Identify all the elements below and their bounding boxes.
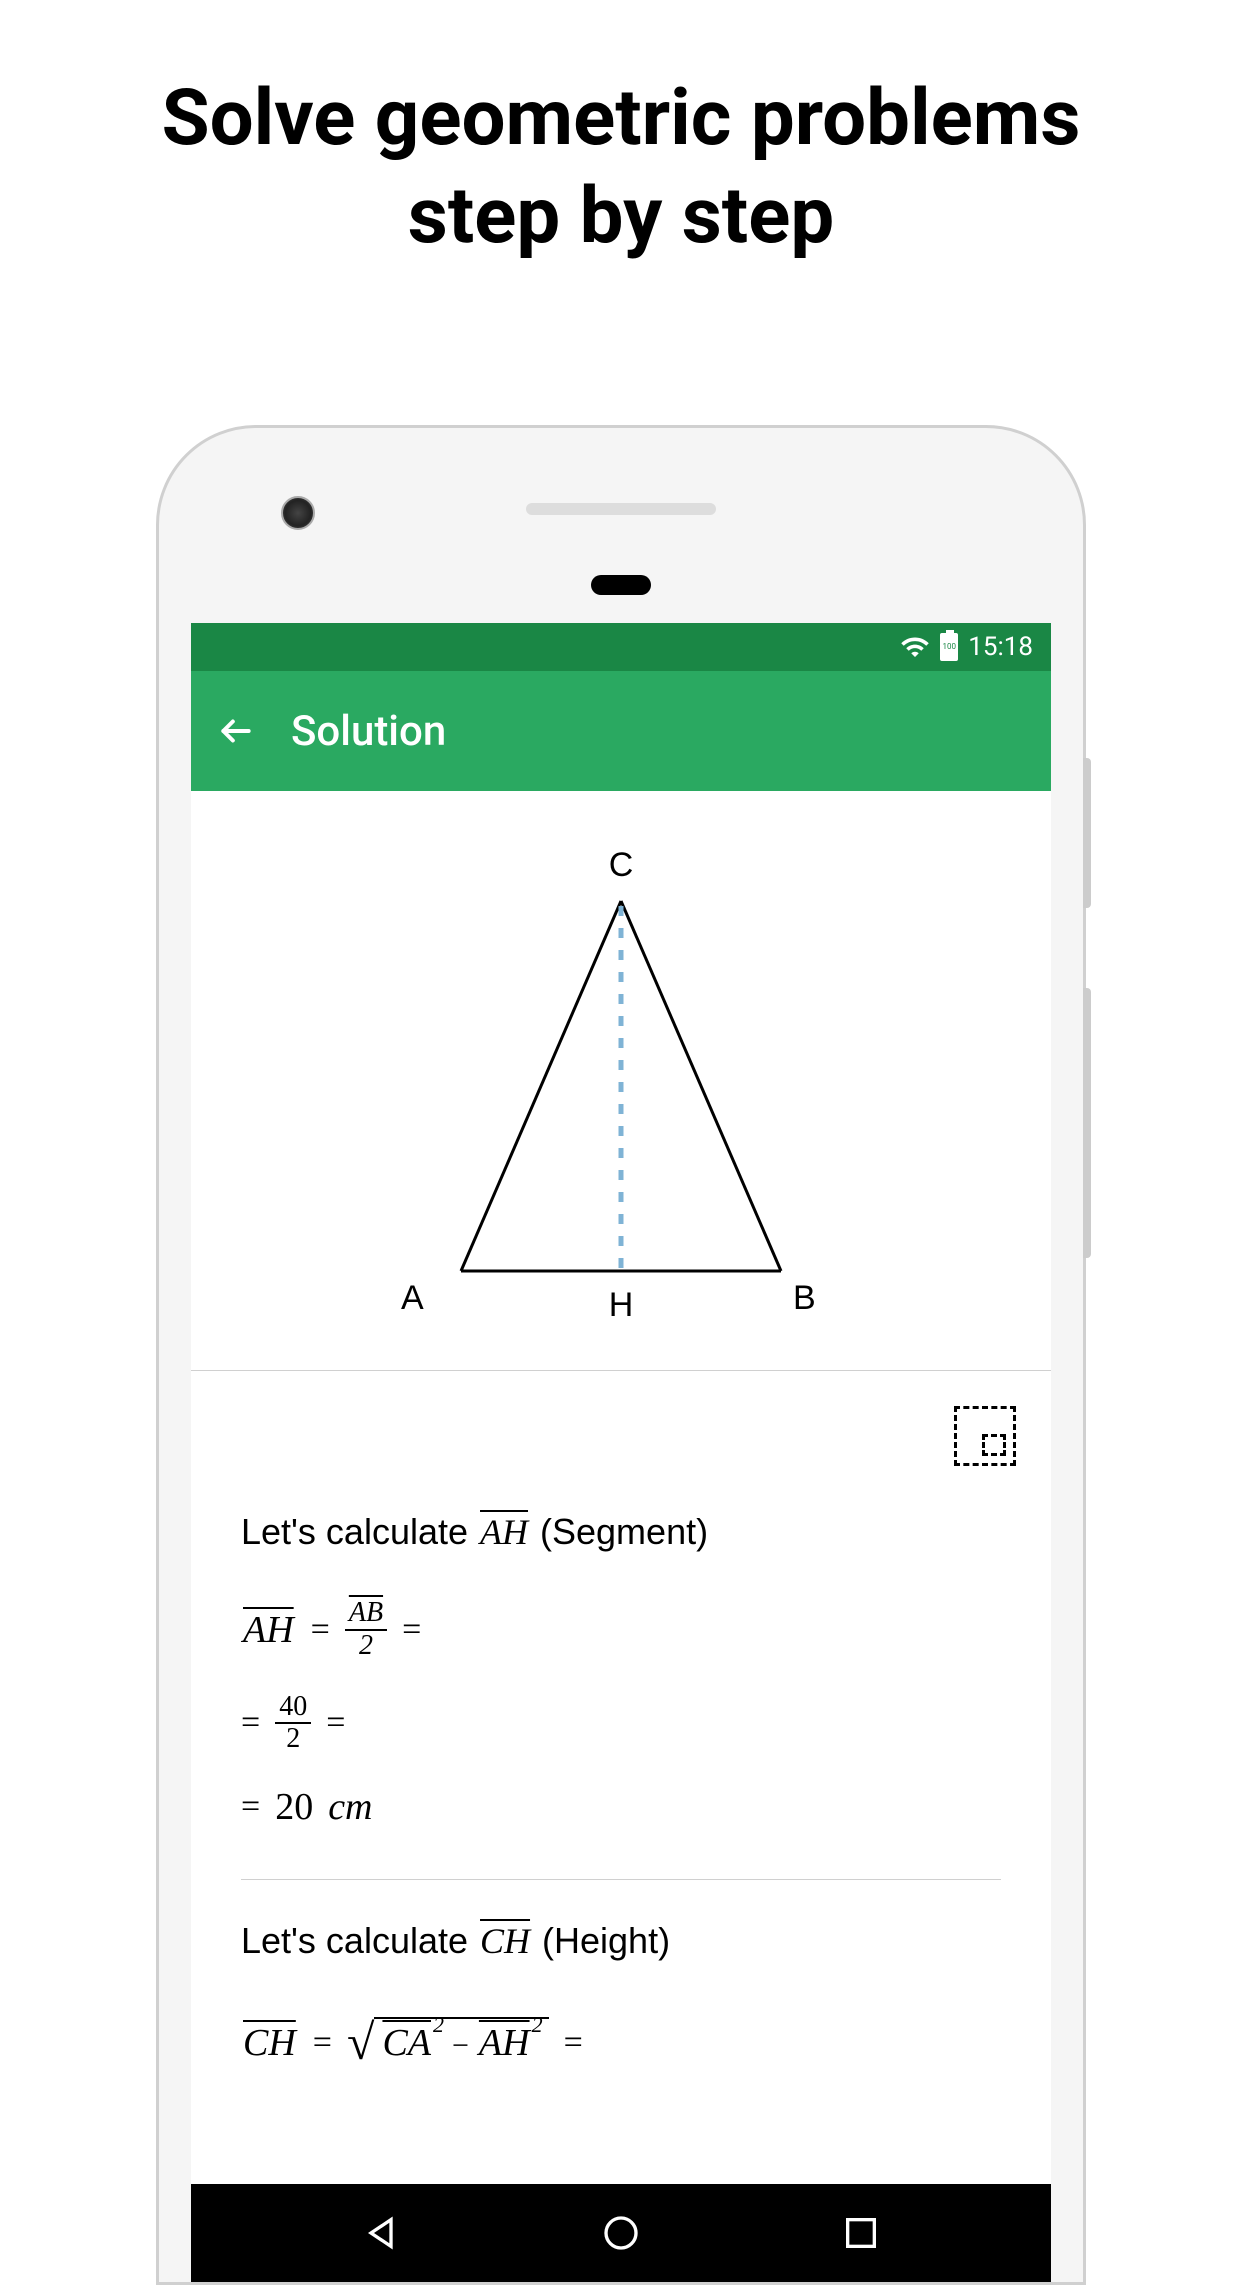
phone-side-button xyxy=(1083,758,1091,908)
phone-sensor xyxy=(591,575,651,595)
equation-line-2: = 40 2 = xyxy=(241,1692,1001,1756)
wifi-icon xyxy=(900,632,930,662)
phone-side-button xyxy=(1083,988,1091,1258)
phone-camera xyxy=(281,496,315,530)
geometry-diagram: C A B H xyxy=(191,791,1051,1371)
solution-steps: Let's calculate AH (Segment) AH = AB 2 =… xyxy=(191,1371,1051,2109)
promo-line-2: step by step xyxy=(408,171,834,262)
step-2-intro: Let's calculate CH (Height) xyxy=(241,1920,1001,1962)
triangle-icon xyxy=(431,871,811,1291)
phone-speaker xyxy=(526,503,716,515)
status-time: 15:18 xyxy=(968,632,1033,662)
nav-home-button[interactable] xyxy=(599,2211,644,2256)
vertex-c: C xyxy=(609,846,634,885)
app-bar: Solution xyxy=(191,671,1051,791)
phone-screen: 100 15:18 Solution C A B H xyxy=(191,623,1051,2282)
phone-mockup: 100 15:18 Solution C A B H xyxy=(156,425,1086,2285)
divider xyxy=(241,1879,1001,1880)
page-title: Solution xyxy=(291,707,446,756)
content-area[interactable]: C A B H Let's calculate AH (Segment) AH … xyxy=(191,791,1051,2184)
equation-line-3: = 20 cm xyxy=(241,1785,1001,1829)
battery-icon: 100 xyxy=(940,633,958,661)
vertex-b: B xyxy=(793,1279,816,1318)
promo-line-1: Solve geometric problems xyxy=(162,73,1081,164)
vertex-h: H xyxy=(609,1286,634,1325)
equation-line-1: AH = AB 2 = xyxy=(241,1598,1001,1662)
equation-line-4: CH = CA2 − AH2 xyxy=(241,2017,1001,2069)
promo-headline: Solve geometric problems step by step xyxy=(0,70,1242,265)
nav-back-button[interactable] xyxy=(359,2211,404,2256)
nav-recent-button[interactable] xyxy=(839,2211,884,2256)
back-button[interactable] xyxy=(216,711,256,751)
vertex-a: A xyxy=(401,1279,424,1318)
expand-icon[interactable] xyxy=(954,1406,1016,1466)
step-1-intro: Let's calculate AH (Segment) xyxy=(241,1511,1001,1553)
status-bar: 100 15:18 xyxy=(191,623,1051,671)
android-nav-bar xyxy=(191,2184,1051,2282)
